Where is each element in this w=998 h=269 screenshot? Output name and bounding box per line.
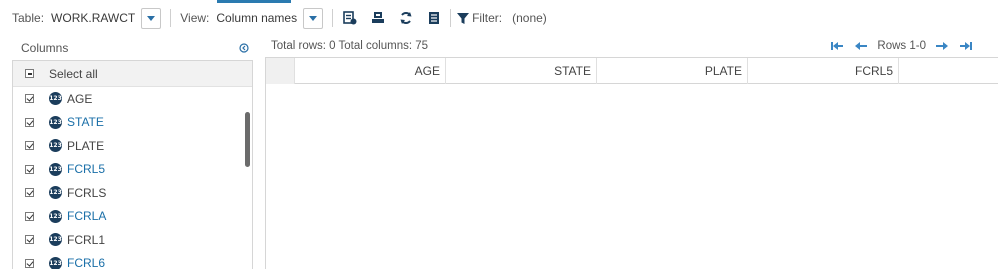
table-select[interactable]: WORK.RAWCT	[51, 7, 162, 29]
column-item[interactable]: 123 FCRLA	[13, 205, 252, 229]
column-header[interactable]: FCRL5	[748, 58, 899, 84]
column-name: STATE	[67, 115, 104, 130]
active-tab-indicator	[217, 0, 291, 3]
column-header[interactable]: STATE	[446, 58, 597, 84]
numeric-type-icon: 123	[49, 115, 62, 129]
view-select-value: Column names	[216, 11, 298, 25]
numeric-type-icon: 123	[49, 92, 62, 106]
column-header[interactable]: PLATE	[597, 58, 748, 84]
column-checkbox[interactable]	[25, 141, 34, 151]
column-item[interactable]: 123 PLATE	[13, 134, 252, 158]
select-all-checkbox[interactable]	[25, 69, 34, 78]
column-name: FCRLA	[67, 209, 107, 224]
numeric-type-icon: 123	[49, 256, 62, 269]
column-checkbox[interactable]	[25, 117, 34, 127]
column-name: FCRL1	[67, 232, 106, 247]
column-item[interactable]: 123 AGE	[13, 87, 252, 111]
numeric-type-icon: 123	[49, 233, 62, 247]
numeric-type-icon: 123	[49, 139, 62, 153]
column-item[interactable]: 123 FCRL6	[13, 252, 252, 269]
table-select-value: WORK.RAWCT	[51, 11, 136, 25]
collapse-panel-icon[interactable]	[239, 43, 249, 53]
table-properties-icon[interactable]	[342, 10, 358, 26]
column-name: FCRL5	[67, 162, 106, 177]
column-details-icon[interactable]	[426, 10, 442, 26]
table-summary: Total rows: 0 Total columns: 75	[271, 40, 429, 52]
toolbar-divider	[170, 9, 172, 27]
columns-scrollbar[interactable]	[245, 112, 250, 167]
column-name: FCRLS	[67, 185, 107, 200]
column-header[interactable]: AGE	[295, 58, 446, 84]
chevron-down-icon[interactable]	[303, 7, 324, 29]
select-all-row[interactable]: Select all	[13, 61, 252, 87]
view-label: View:	[180, 11, 210, 25]
columns-panel: Columns Select all 123 AGE 123 STATE 123…	[12, 36, 253, 269]
rows-range: Rows 1-0	[877, 40, 926, 52]
grid-header-row: AGE STATE PLATE FCRL5	[266, 58, 998, 84]
first-page-icon[interactable]	[831, 41, 844, 51]
columns-panel-title: Columns	[21, 41, 69, 55]
numeric-type-icon: 123	[49, 209, 62, 223]
view-select[interactable]: Column names	[216, 7, 324, 29]
filter-icon[interactable]	[457, 12, 470, 25]
refresh-icon[interactable]	[398, 10, 414, 26]
column-name: AGE	[67, 91, 93, 106]
toolbar: Table: WORK.RAWCT View: Column names Fil…	[0, 4, 998, 32]
column-item[interactable]: 123 STATE	[13, 111, 252, 135]
column-checkbox[interactable]	[25, 188, 34, 198]
column-item[interactable]: 123 FCRL5	[13, 158, 252, 182]
select-all-label: Select all	[49, 66, 98, 81]
filter-control[interactable]: Filter: (none)	[457, 11, 547, 25]
column-checkbox[interactable]	[25, 211, 34, 221]
numeric-type-icon: 123	[49, 162, 62, 176]
toolbar-divider	[332, 9, 334, 27]
column-name: PLATE	[67, 138, 105, 153]
filter-value: (none)	[512, 11, 547, 25]
column-checkbox[interactable]	[25, 164, 34, 174]
pager: Rows 1-0	[825, 40, 978, 52]
columns-list[interactable]: Select all 123 AGE 123 STATE 123 PLATE 1…	[12, 60, 253, 269]
filter-label: Filter:	[472, 11, 503, 25]
columns-panel-header: Columns	[12, 36, 253, 60]
column-name: FCRL6	[67, 256, 106, 269]
row-number-header	[266, 58, 295, 84]
column-checkbox[interactable]	[25, 258, 34, 268]
last-page-icon[interactable]	[960, 41, 972, 51]
column-checkbox[interactable]	[25, 235, 34, 245]
previous-page-icon[interactable]	[855, 41, 868, 51]
next-page-icon[interactable]	[936, 41, 948, 51]
data-grid[interactable]: AGE STATE PLATE FCRL5	[265, 57, 998, 269]
export-icon[interactable]	[370, 10, 386, 26]
column-item[interactable]: 123 FCRL1	[13, 228, 252, 252]
chevron-down-icon[interactable]	[141, 7, 162, 29]
column-checkbox[interactable]	[25, 94, 34, 104]
column-item[interactable]: 123 FCRLS	[13, 181, 252, 205]
numeric-type-icon: 123	[49, 186, 62, 200]
toolbar-divider	[450, 9, 452, 27]
table-label: Table:	[12, 11, 45, 25]
